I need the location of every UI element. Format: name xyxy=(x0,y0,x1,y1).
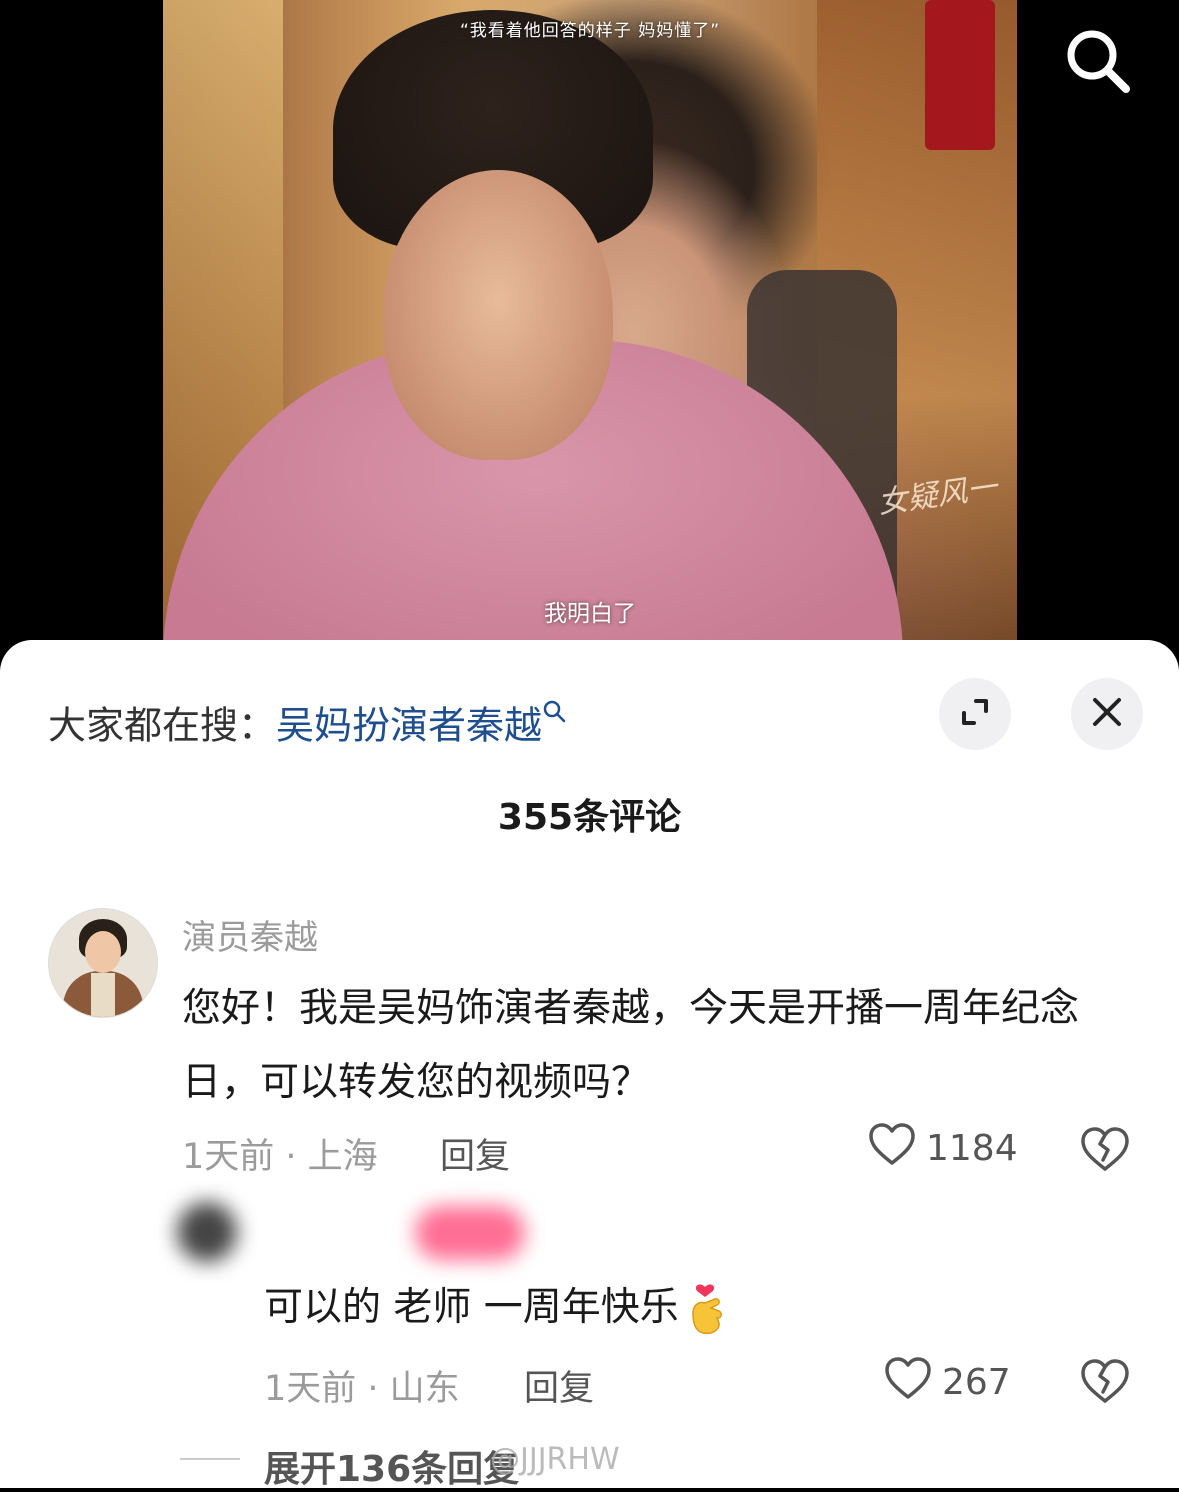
video-player[interactable]: “我看着他回答的样子 妈妈懂了” 女疑风一 我明白了 xyxy=(0,0,1179,660)
comments-count-title: 355条评论 xyxy=(497,797,682,838)
trending-search-bar[interactable]: 大家都在搜：吴妈扮演者秦越 xyxy=(48,690,568,750)
heart-icon xyxy=(884,1356,932,1409)
reply-text: 可以的 老师 一周年快乐 xyxy=(264,1276,727,1337)
video-subtitle: 我明白了 xyxy=(544,601,636,627)
comments-sheet: 大家都在搜：吴妈扮演者秦越 355条评论 演员秦越 您好！我是吴妈饰演者秦越，今… xyxy=(0,640,1179,1490)
search-icon[interactable] xyxy=(1063,26,1133,96)
reply-button[interactable]: 回复 xyxy=(440,1128,510,1179)
broken-heart-icon[interactable] xyxy=(1080,1126,1130,1176)
trending-search-keyword[interactable]: 吴妈扮演者秦越 xyxy=(276,704,542,748)
video-frame: “我看着他回答的样子 妈妈懂了” 女疑风一 我明白了 xyxy=(163,0,1017,660)
heart-icon xyxy=(868,1122,916,1175)
expand-replies-button[interactable]: 展开136条回复 xyxy=(264,1440,519,1492)
video-top-caption: “我看着他回答的样子 妈妈懂了” xyxy=(459,21,721,41)
like-count: 267 xyxy=(942,1362,1011,1403)
reply-meta: 1天前 · 山东 xyxy=(264,1369,460,1409)
avatar[interactable] xyxy=(48,908,158,1018)
reply-text-content: 可以的 老师 一周年快乐 xyxy=(264,1285,679,1330)
reply-author-blurred xyxy=(165,1192,535,1272)
reply-button[interactable]: 回复 xyxy=(524,1360,594,1411)
like-button[interactable]: 1184 xyxy=(868,1122,1018,1175)
expand-divider xyxy=(180,1458,240,1460)
comment-author[interactable]: 演员秦越 xyxy=(182,910,318,959)
comment-text: 您好！我是吴妈饰演者秦越，今天是开播一周年纪念日，可以转发您的视频吗？ xyxy=(182,986,1080,1105)
close-icon xyxy=(1090,695,1124,733)
like-count: 1184 xyxy=(926,1128,1018,1169)
comment-meta: 1天前 · 上海 xyxy=(182,1137,378,1177)
like-button[interactable]: 267 xyxy=(884,1356,1011,1409)
expand-icon xyxy=(958,695,992,733)
weibo-watermark: @JJJRHW xyxy=(490,1442,620,1477)
broken-heart-icon[interactable] xyxy=(1080,1358,1130,1408)
expand-button[interactable] xyxy=(939,678,1011,750)
close-button[interactable] xyxy=(1071,678,1143,750)
trending-search-prefix: 大家都在搜： xyxy=(48,703,277,748)
person-face xyxy=(383,170,613,460)
search-icon xyxy=(542,690,568,723)
finger-heart-emoji xyxy=(685,1283,727,1337)
